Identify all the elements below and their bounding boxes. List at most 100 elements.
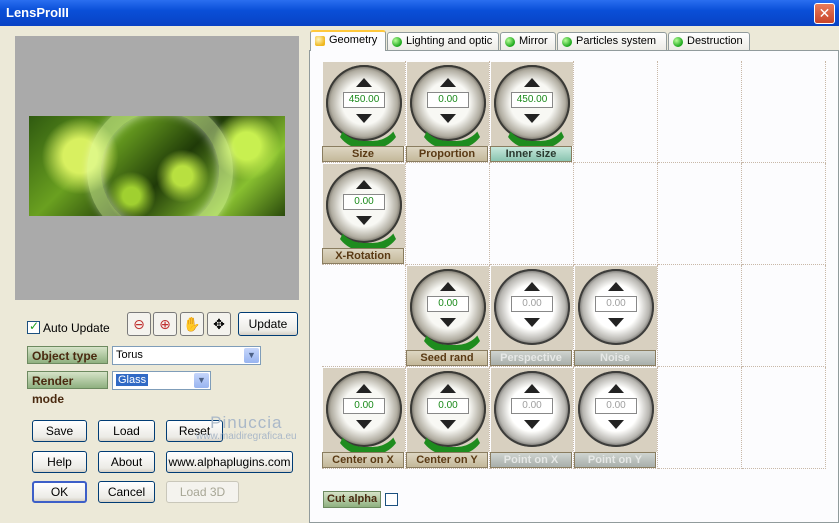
close-icon: ✕ [818, 5, 831, 21]
update-button[interactable]: Update [238, 312, 298, 336]
preview-panel[interactable] [15, 36, 299, 300]
proportion-value[interactable]: 0.00 [427, 92, 469, 108]
load-button[interactable]: Load [98, 420, 155, 442]
grid-cell [742, 163, 826, 265]
green-dot-icon [392, 37, 402, 47]
center-on-y-value[interactable]: 0.00 [427, 398, 469, 414]
hand-tool-button[interactable]: ✋ [180, 312, 204, 336]
geometry-page: 450.00 Size 0.00 Proportion 450.00 Inner size… [309, 50, 839, 523]
help-button[interactable]: Help [32, 451, 87, 473]
center-on-x-value[interactable]: 0.00 [343, 398, 385, 414]
increment-arrow-icon[interactable] [356, 180, 372, 189]
point-on-y-knob: 0.00 Point on Y [574, 367, 658, 469]
center-on-y-label: Center on Y [406, 452, 488, 468]
grid-cell [406, 163, 490, 265]
increment-arrow-icon[interactable] [356, 384, 372, 393]
knob-body: 0.00 [407, 368, 489, 455]
increment-arrow-icon[interactable] [440, 78, 456, 87]
render-mode-value: Glass [116, 374, 149, 386]
noise-value: 0.00 [595, 296, 637, 312]
settings-panel: Geometry Lighting and optic Mirror Parti… [309, 30, 839, 523]
perspective-value: 0.00 [511, 296, 553, 312]
cut-alpha-row: Cut alpha [323, 491, 399, 508]
zoom-in-button[interactable]: ⊕ [153, 312, 177, 336]
tab-destruction[interactable]: Destruction [668, 32, 750, 50]
increment-arrow-icon[interactable] [440, 384, 456, 393]
ok-button[interactable]: OK [32, 481, 87, 503]
point-on-x-label: Point on X [490, 452, 572, 468]
increment-arrow-icon [608, 384, 624, 393]
auto-update-row[interactable]: Auto Update [27, 319, 110, 335]
tab-label: Particles system [576, 35, 657, 47]
seed-rand-value[interactable]: 0.00 [427, 296, 469, 312]
render-mode-select[interactable]: Glass ▼ [112, 371, 211, 390]
proportion-label: Proportion [406, 146, 488, 162]
decrement-arrow-icon[interactable] [356, 114, 372, 123]
object-type-value: Torus [116, 349, 143, 361]
decrement-arrow-icon [608, 318, 624, 327]
zoom-out-icon: ⊖ [133, 316, 145, 332]
increment-arrow-icon[interactable] [524, 78, 540, 87]
about-button[interactable]: About [98, 451, 155, 473]
increment-arrow-icon [524, 384, 540, 393]
chevron-down-icon: ▼ [194, 373, 209, 388]
tab-geometry[interactable]: Geometry [310, 30, 386, 51]
inner-size-value[interactable]: 450.00 [511, 92, 553, 108]
increment-arrow-icon [524, 282, 540, 291]
knob-body: 0.00 [323, 164, 405, 251]
point-on-x-knob: 0.00 Point on X [490, 367, 574, 469]
object-type-select[interactable]: Torus ▼ [112, 346, 261, 365]
size-label: Size [322, 146, 404, 162]
website-button[interactable]: www.alphaplugins.com [166, 451, 293, 473]
move-tool-button[interactable]: ✥ [207, 312, 231, 336]
decrement-arrow-icon[interactable] [440, 420, 456, 429]
watermark-name: Pinuccia [210, 413, 283, 432]
tab-label: Destruction [687, 35, 743, 47]
geometry-tab-icon [315, 36, 325, 46]
seed-rand-knob[interactable]: 0.00 Seed rand [406, 265, 490, 367]
auto-update-label: Auto Update [43, 320, 110, 335]
proportion-knob[interactable]: 0.00 Proportion [406, 61, 490, 163]
grid-cell [742, 367, 826, 469]
knob-body: 0.00 [575, 266, 657, 350]
decrement-arrow-icon[interactable] [440, 318, 456, 327]
decrement-arrow-icon[interactable] [524, 114, 540, 123]
size-knob[interactable]: 450.00 Size [322, 61, 406, 163]
tab-mirror[interactable]: Mirror [500, 32, 556, 50]
grid-cell [658, 367, 742, 469]
close-button[interactable]: ✕ [814, 3, 835, 24]
point-on-y-label: Point on Y [574, 452, 656, 468]
green-dot-icon [505, 37, 515, 47]
inner-size-knob[interactable]: 450.00 Inner size [490, 61, 574, 163]
increment-arrow-icon[interactable] [356, 78, 372, 87]
size-value[interactable]: 450.00 [343, 92, 385, 108]
auto-update-checkbox[interactable] [27, 319, 40, 335]
perspective-knob: 0.00 Perspective [490, 265, 574, 367]
load-3d-button: Load 3D [166, 481, 239, 503]
green-dot-icon [673, 37, 683, 47]
move-icon: ✥ [213, 316, 225, 332]
decrement-arrow-icon[interactable] [356, 420, 372, 429]
tab-lighting-and-optic[interactable]: Lighting and optic [387, 32, 499, 50]
save-button[interactable]: Save [32, 420, 87, 442]
tab-particles-system[interactable]: Particles system [557, 32, 667, 50]
center-on-y-knob[interactable]: 0.00 Center on Y [406, 367, 490, 469]
decrement-arrow-icon[interactable] [440, 114, 456, 123]
perspective-label: Perspective [490, 350, 572, 366]
x-rotation-knob[interactable]: 0.00 X-Rotation [322, 163, 406, 265]
cut-alpha-label: Cut alpha [323, 491, 382, 508]
tab-label: Lighting and optic [406, 35, 493, 47]
green-dot-icon [562, 37, 572, 47]
cut-alpha-checkbox[interactable] [385, 493, 399, 506]
center-on-x-knob[interactable]: 0.00 Center on X [322, 367, 406, 469]
increment-arrow-icon[interactable] [440, 282, 456, 291]
zoom-out-button[interactable]: ⊖ [127, 312, 151, 336]
decrement-arrow-icon[interactable] [356, 216, 372, 225]
watermark: Pinuccia www.maidiregrafica.eu [196, 413, 297, 442]
preview-image [29, 116, 285, 216]
knob-grid: 450.00 Size 0.00 Proportion 450.00 Inner size… [322, 61, 828, 469]
chevron-down-icon: ▼ [244, 348, 259, 363]
zoom-in-icon: ⊕ [159, 316, 171, 332]
cancel-button[interactable]: Cancel [98, 481, 155, 503]
x-rotation-value[interactable]: 0.00 [343, 194, 385, 210]
